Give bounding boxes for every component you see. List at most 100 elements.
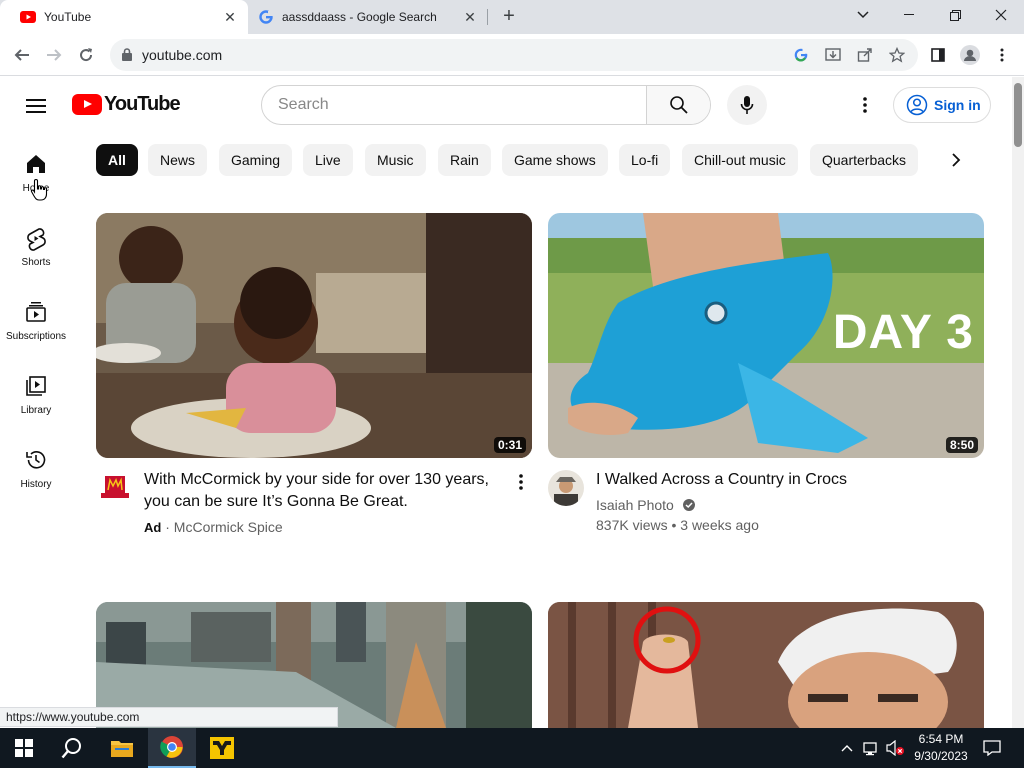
sidebar-item-shorts[interactable]: Shorts	[0, 217, 72, 281]
taskbar-clock[interactable]: 6:54 PM 9/30/2023	[906, 731, 976, 765]
search-box: Search	[261, 85, 711, 125]
address-bar[interactable]: youtube.com	[110, 39, 918, 71]
video-title-line: you can be sure It’s Gonna Be Great.	[144, 493, 408, 510]
restore-icon[interactable]	[932, 0, 978, 30]
notifications-icon[interactable]	[978, 728, 1006, 768]
sidebar-item-label: Shorts	[21, 257, 51, 268]
youtube-icon	[20, 9, 36, 25]
hamburger-menu-icon[interactable]	[24, 95, 48, 115]
forward-button[interactable]	[40, 41, 68, 69]
tab-youtube[interactable]: YouTube ✕	[0, 0, 248, 34]
ad-badge: Ad	[144, 520, 162, 535]
filter-chips-bar: All News Gaming Live Music Rain Game sho…	[96, 144, 976, 176]
video-more-icon[interactable]	[519, 474, 523, 495]
search-input[interactable]: Search	[262, 86, 646, 124]
close-tab-icon[interactable]: ✕	[222, 9, 238, 25]
video-title[interactable]: I Walked Across a Country in Crocs	[596, 469, 976, 491]
hand-cursor-icon	[29, 178, 51, 207]
sidebar-item-subscriptions[interactable]: Subscriptions	[0, 291, 72, 355]
sign-in-label: Sign in	[934, 97, 981, 113]
windows-taskbar: 6:54 PM 9/30/2023	[0, 728, 1024, 768]
volume-muted-icon[interactable]	[884, 728, 906, 768]
clock-date: 9/30/2023	[914, 749, 968, 763]
tab-title: YouTube	[44, 10, 92, 24]
network-icon[interactable]	[860, 728, 882, 768]
file-explorer-icon[interactable]	[98, 728, 146, 768]
video-title[interactable]: With McCormick by your side for over 130…	[144, 469, 504, 513]
install-app-icon[interactable]	[824, 46, 842, 64]
search-button[interactable]	[646, 86, 710, 124]
app-taskbar-icon[interactable]	[198, 728, 246, 768]
channel-name[interactable]: McCormick Spice	[174, 519, 283, 535]
settings-more-icon[interactable]	[853, 93, 877, 117]
microphone-icon	[740, 96, 754, 114]
new-tab-button[interactable]: +	[498, 6, 520, 28]
lock-icon[interactable]	[122, 48, 132, 66]
search-icon	[669, 96, 688, 114]
channel-avatar[interactable]	[548, 470, 584, 506]
chip-lo-fi[interactable]: Lo-fi	[619, 144, 671, 176]
page-scrollbar[interactable]	[1012, 77, 1024, 728]
profile-icon[interactable]	[956, 41, 984, 69]
video-stats: 837K views • 3 weeks ago	[596, 517, 759, 533]
video-thumbnail[interactable]: 0:31	[96, 213, 532, 458]
chip-music[interactable]: Music	[365, 144, 426, 176]
thumbnail-overlay-text: DAY 3	[832, 306, 974, 359]
taskbar-search-icon[interactable]	[48, 728, 96, 768]
history-icon	[0, 449, 72, 473]
chrome-taskbar-icon[interactable]	[148, 728, 196, 768]
chip-rain[interactable]: Rain	[438, 144, 491, 176]
video-duration: 8:50	[945, 437, 978, 453]
channel-avatar[interactable]	[99, 474, 131, 502]
minimize-icon[interactable]	[886, 0, 932, 30]
sidebar-item-label: Subscriptions	[5, 331, 67, 342]
verified-badge-icon	[682, 499, 695, 511]
video-thumbnail[interactable]: DAY 3 8:50	[548, 213, 984, 458]
sidebar-item-library[interactable]: Library	[0, 365, 72, 429]
clock-time: 6:54 PM	[918, 732, 964, 746]
close-window-icon[interactable]	[978, 0, 1024, 30]
video-title-line: With McCormick by your side for over 130…	[144, 471, 489, 488]
reload-button[interactable]	[72, 41, 100, 69]
windows-start-icon[interactable]	[0, 728, 48, 768]
chevron-right-icon	[952, 153, 961, 167]
youtube-logo[interactable]: YouTube	[72, 93, 181, 116]
browser-toolbar: youtube.com	[0, 34, 1024, 76]
library-icon	[0, 375, 72, 399]
chrome-menu-icon[interactable]	[988, 41, 1016, 69]
google-lens-icon[interactable]	[792, 46, 810, 64]
youtube-header: YouTube Search Sign in	[0, 77, 1012, 133]
back-button[interactable]	[8, 41, 36, 69]
side-panel-icon[interactable]	[924, 41, 952, 69]
google-icon	[258, 9, 274, 25]
video-thumbnail[interactable]	[548, 602, 984, 728]
chips-next-button[interactable]	[940, 144, 972, 176]
channel-name[interactable]: Isaiah Photo	[596, 497, 674, 513]
status-bar-url: https://www.youtube.com	[0, 707, 338, 727]
voice-search-button[interactable]	[727, 85, 767, 125]
account-icon	[906, 94, 928, 116]
url-text[interactable]: youtube.com	[142, 47, 222, 63]
chip-gaming[interactable]: Gaming	[219, 144, 293, 176]
tab-google-search[interactable]: aassddaass - Google Search ✕	[238, 0, 488, 34]
youtube-play-icon	[72, 94, 102, 115]
video-duration: 0:31	[493, 437, 526, 453]
share-icon[interactable]	[856, 46, 874, 64]
tab-search-icon[interactable]	[840, 0, 886, 30]
sidebar-item-history[interactable]: History	[0, 439, 72, 503]
video-meta: Ad · McCormick Spice	[144, 517, 283, 538]
chip-all[interactable]: All	[96, 144, 138, 176]
show-hidden-icons[interactable]	[838, 728, 856, 768]
sign-in-button[interactable]: Sign in	[893, 87, 991, 123]
chip-quarterbacks[interactable]: Quarterbacks	[810, 144, 919, 176]
bookmark-star-icon[interactable]	[888, 46, 906, 64]
chip-game-shows[interactable]: Game shows	[502, 144, 608, 176]
scrollbar-thumb[interactable]	[1014, 83, 1022, 147]
close-tab-icon[interactable]: ✕	[462, 9, 478, 25]
tab-separator	[487, 9, 488, 25]
chip-news[interactable]: News	[148, 144, 208, 176]
sidebar-item-label: History	[20, 479, 52, 490]
channel-row[interactable]: Isaiah Photo	[596, 495, 696, 515]
chip-chill-out-music[interactable]: Chill-out music	[682, 144, 798, 176]
chip-live[interactable]: Live	[303, 144, 353, 176]
